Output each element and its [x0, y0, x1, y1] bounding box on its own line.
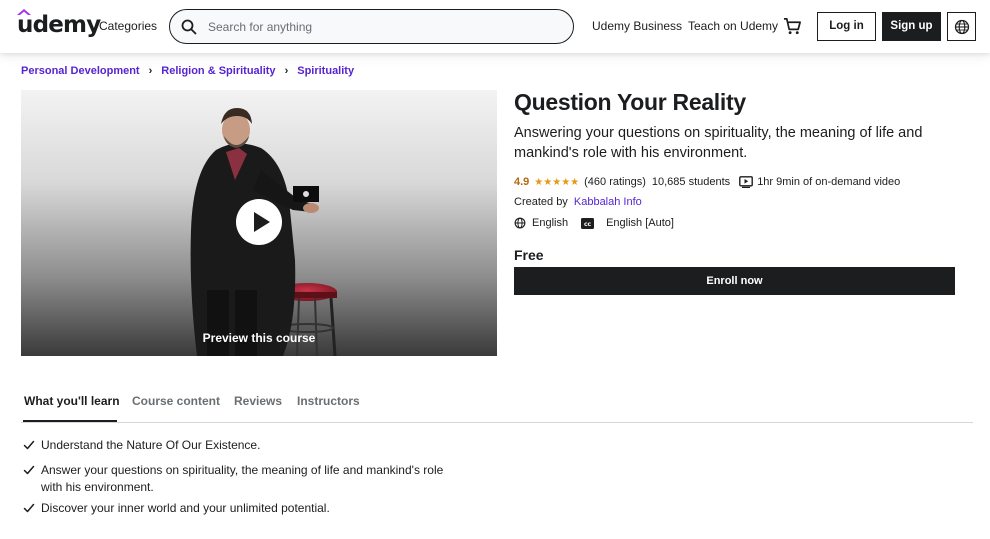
course-stats-row: 4.9 ★★★★★ (460 ratings) 10,685 students … — [514, 175, 900, 189]
course-tabs: What you'll learn Course content Reviews… — [21, 382, 973, 423]
list-item: Answer your questions on spirituality, t… — [23, 462, 463, 496]
instructor-link[interactable]: Kabbalah Info — [574, 196, 642, 208]
play-button[interactable] — [236, 199, 282, 245]
list-item: Understand the Nature Of Our Existence. — [23, 437, 463, 454]
course-language: English — [532, 217, 569, 229]
cart-icon[interactable] — [783, 17, 802, 36]
search-icon[interactable] — [181, 19, 197, 35]
star-rating-icon: ★★★★★ — [534, 176, 580, 188]
preview-course-label[interactable]: Preview this course — [0, 331, 518, 345]
video-icon — [739, 176, 754, 188]
video-duration: 1hr 9min of on-demand video — [757, 176, 901, 188]
learning-objectives-list: Understand the Nature Of Our Existence. … — [23, 437, 463, 517]
tab-course-content[interactable]: Course content — [132, 394, 220, 408]
login-button[interactable]: Log in — [817, 12, 876, 41]
breadcrumb-item-personal-development[interactable]: Personal Development — [21, 65, 140, 77]
globe-icon — [514, 217, 526, 229]
learning-objective-text: Answer your questions on spirituality, t… — [41, 463, 444, 494]
chevron-right-icon: › — [284, 65, 289, 77]
checkmark-icon — [23, 465, 35, 475]
search-input[interactable] — [208, 18, 558, 36]
enroll-now-button[interactable]: Enroll now — [514, 267, 955, 295]
closed-captions-icon: cc — [581, 217, 595, 229]
learning-objective-text: Discover your inner world and your unlim… — [41, 501, 330, 515]
globe-icon — [954, 19, 970, 35]
list-item: Discover your inner world and your unlim… — [23, 500, 463, 517]
search-bar[interactable] — [169, 9, 574, 44]
rating-value: 4.9 — [514, 176, 530, 188]
signup-button[interactable]: Sign up — [882, 12, 941, 41]
tab-instructors[interactable]: Instructors — [297, 394, 360, 408]
tab-reviews[interactable]: Reviews — [234, 394, 282, 408]
language-row: English cc English [Auto] — [514, 216, 674, 230]
course-title: Question Your Reality — [514, 89, 746, 115]
chevron-right-icon: › — [148, 65, 153, 77]
course-subtitle: Answering your questions on spirituality… — [514, 125, 923, 161]
teach-on-udemy-link[interactable]: Teach on Udemy — [688, 19, 778, 33]
udemy-logo[interactable]: udemy — [17, 9, 101, 38]
udemy-business-link[interactable]: Udemy Business — [592, 19, 682, 33]
play-icon — [254, 212, 270, 232]
active-tab-indicator — [23, 420, 117, 422]
categories-menu[interactable]: Categories — [99, 19, 157, 33]
top-navbar: udemy Categories Udemy Business Teach on… — [0, 0, 990, 53]
created-by-label: Created by — [514, 196, 568, 208]
students-count: 10,685 students — [651, 176, 731, 188]
checkmark-icon — [23, 503, 35, 513]
caption-language: English [Auto] — [606, 217, 674, 229]
checkmark-icon — [23, 440, 35, 450]
ratings-count-link[interactable]: (460 ratings) — [584, 176, 646, 188]
learning-objective-text: Understand the Nature Of Our Existence. — [41, 438, 261, 452]
breadcrumb-item-religion-spirituality[interactable]: Religion & Spirituality — [161, 65, 275, 77]
course-price: Free — [514, 247, 544, 263]
svg-text:cc: cc — [584, 221, 592, 228]
language-button[interactable] — [947, 12, 976, 41]
breadcrumb: Personal Development › Religion & Spirit… — [21, 65, 354, 77]
breadcrumb-item-spirituality[interactable]: Spirituality — [297, 65, 354, 77]
tab-what-youll-learn[interactable]: What you'll learn — [24, 394, 120, 408]
created-by: Created by Kabbalah Info — [514, 196, 642, 208]
